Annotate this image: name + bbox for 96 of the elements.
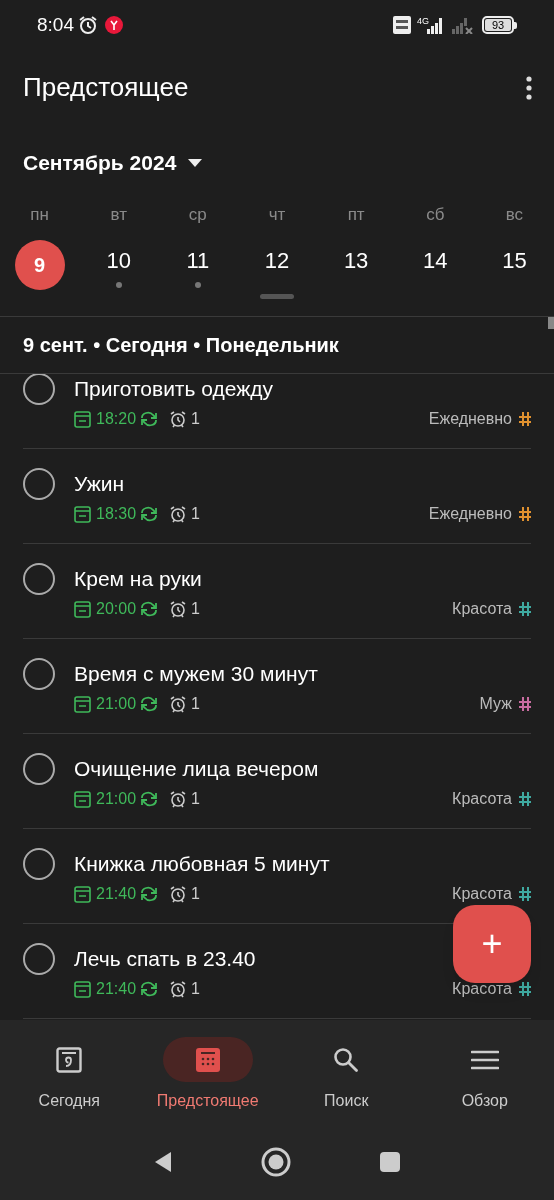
- task-time: 21:00: [96, 789, 137, 809]
- task-title[interactable]: Крем на руки: [74, 563, 202, 595]
- menu-icon: [470, 1049, 499, 1070]
- back-icon[interactable]: [153, 1151, 173, 1173]
- date-button[interactable]: 10: [93, 240, 144, 280]
- weekday-label: вт: [110, 204, 127, 226]
- recents-icon[interactable]: [379, 1151, 401, 1173]
- date-button[interactable]: 13: [331, 240, 382, 280]
- project-label: Красота: [452, 884, 512, 904]
- calendar-icon: [74, 410, 91, 428]
- nav-tab[interactable]: Поиск: [277, 1020, 416, 1130]
- calendar-icon: [74, 885, 91, 903]
- section-title: 9 сент. • Сегодня • Понедельник: [23, 333, 339, 358]
- task-checkbox[interactable]: [23, 658, 55, 690]
- task-checkbox[interactable]: [23, 468, 55, 500]
- task-time: 18:30: [96, 504, 137, 524]
- repeat-icon: [140, 506, 159, 522]
- task-title[interactable]: Время с мужем 30 минут: [74, 658, 318, 690]
- task-title[interactable]: Книжка любовная 5 минут: [74, 848, 330, 880]
- alarm-icon: [169, 600, 188, 618]
- reminder-count: 1: [191, 884, 200, 904]
- project-label: Ежедневно: [428, 504, 512, 524]
- scrollbar: [548, 317, 554, 329]
- month-dropdown[interactable]: Сентябрь 2024: [23, 146, 203, 179]
- reminder-count: 1: [191, 599, 200, 619]
- task-time: 20:00: [96, 599, 137, 619]
- nav-tab[interactable]: Обзор: [415, 1020, 554, 1130]
- task-checkbox[interactable]: [23, 563, 55, 595]
- network-type: 4G: [417, 15, 429, 28]
- nav-tab[interactable]: Сегодня: [0, 1020, 139, 1130]
- weekday-label: пн: [30, 204, 49, 226]
- reminder-count: 1: [191, 504, 200, 524]
- repeat-icon: [140, 696, 159, 712]
- task-time: 21:40: [96, 884, 137, 904]
- project-label: Ежедневно: [428, 409, 512, 429]
- date-button[interactable]: 14: [410, 240, 461, 280]
- weekday-label: пт: [347, 204, 365, 226]
- weekday-label: ср: [188, 204, 207, 226]
- calendar-icon: [194, 1046, 221, 1073]
- repeat-icon: [140, 411, 159, 427]
- task-checkbox[interactable]: [23, 943, 55, 975]
- reminder-count: 1: [191, 789, 200, 809]
- task-title[interactable]: Очищение лица вечером: [74, 753, 319, 785]
- alarm-icon: [169, 885, 188, 903]
- task-checkbox[interactable]: [23, 848, 55, 880]
- reminder-count: 1: [191, 694, 200, 714]
- weekday-label: чт: [268, 204, 286, 226]
- repeat-icon: [140, 791, 159, 807]
- alarm-icon: [78, 15, 98, 35]
- page-title: Предстоящее: [23, 71, 189, 104]
- drag-handle[interactable]: [260, 294, 294, 299]
- alarm-icon: [169, 410, 188, 428]
- project-label: Муж: [479, 694, 512, 714]
- search-icon: [333, 1046, 360, 1073]
- project-label: Красота: [452, 789, 512, 809]
- reminder-count: 1: [191, 979, 200, 999]
- weekday-label: сб: [426, 204, 445, 226]
- volte-icon: [393, 16, 411, 34]
- calendar-day-icon: [56, 1046, 83, 1073]
- clock-time: 8:04: [37, 12, 74, 37]
- calendar-icon: [74, 505, 91, 523]
- more-icon[interactable]: [526, 75, 532, 100]
- task-time: 21:40: [96, 979, 137, 999]
- battery-cap: [514, 21, 517, 29]
- date-button[interactable]: 12: [252, 240, 302, 280]
- repeat-icon: [140, 981, 159, 997]
- calendar-icon: [74, 980, 91, 998]
- weekday-label: вс: [505, 204, 524, 226]
- alarm-icon: [169, 695, 188, 713]
- repeat-icon: [140, 886, 159, 902]
- alarm-icon: [169, 790, 188, 808]
- task-time: 18:20: [96, 409, 137, 429]
- calendar-icon: [74, 600, 91, 618]
- task-title[interactable]: Лечь спать в 23.40: [74, 943, 256, 975]
- home-icon[interactable]: [261, 1147, 291, 1177]
- task-checkbox[interactable]: [23, 753, 55, 785]
- task-title[interactable]: Приготовить одежду: [74, 374, 273, 405]
- calendar-icon: [74, 790, 91, 808]
- battery-indicator: 93: [482, 16, 514, 34]
- date-button[interactable]: 9: [14, 240, 65, 290]
- nav-tab[interactable]: Предстоящее: [138, 1020, 277, 1130]
- date-button[interactable]: 15: [489, 240, 540, 280]
- caret-icon: [188, 158, 203, 167]
- task-time: 21:00: [96, 694, 137, 714]
- task-checkbox[interactable]: [23, 374, 55, 405]
- date-button[interactable]: 11: [172, 240, 223, 280]
- calendar-icon: [74, 695, 91, 713]
- no-signal-icon: [451, 16, 475, 34]
- app-notification-icon: [105, 16, 123, 34]
- project-label: Красота: [452, 599, 512, 619]
- add-button[interactable]: +: [453, 905, 531, 983]
- alarm-icon: [169, 505, 188, 523]
- alarm-icon: [169, 980, 188, 998]
- task-title[interactable]: Ужин: [74, 468, 125, 500]
- reminder-count: 1: [191, 409, 200, 429]
- repeat-icon: [140, 601, 159, 617]
